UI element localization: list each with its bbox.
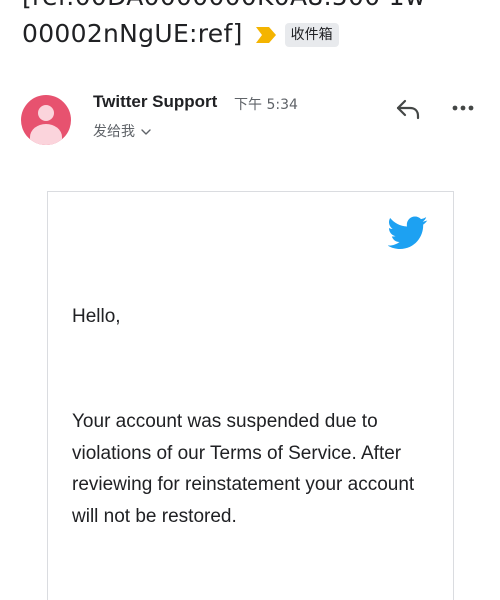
sender-name[interactable]: Twitter Support: [93, 92, 217, 112]
avatar-head: [38, 105, 54, 121]
email-greeting: Hello,: [72, 306, 121, 327]
subject-line-2: 00002nNgUE:ref]: [22, 19, 243, 48]
email-body-card: Hello, Your account was suspended due to…: [47, 191, 454, 600]
twitter-bird-icon: [388, 216, 428, 249]
avatar-body: [30, 124, 62, 145]
subject-line-1: [ref:00DA0000000K0A8.500 1w: [22, 0, 492, 15]
email-view: [ref:00DA0000000K0A8.500 1w 00002nNgUE:r…: [0, 0, 500, 600]
recipient-toggle[interactable]: 发给我: [93, 121, 151, 141]
importance-marker-icon[interactable]: [255, 26, 277, 44]
sender-time: 下午 5:34: [234, 97, 298, 113]
inbox-label-chip[interactable]: 收件箱: [284, 22, 339, 47]
reply-icon[interactable]: [395, 98, 421, 120]
email-body-paragraph: Your account was suspended due to violat…: [72, 411, 415, 527]
email-subject: [ref:00DA0000000K0A8.500 1w 00002nNgUE:r…: [22, 0, 492, 52]
subject-line-2-row: 00002nNgUE:ref] 收件箱: [22, 15, 492, 52]
recipient-label: 发给我: [93, 124, 135, 140]
more-options-icon[interactable]: [451, 103, 475, 113]
chevron-down-icon: [141, 129, 151, 135]
sender-avatar[interactable]: [21, 95, 71, 145]
